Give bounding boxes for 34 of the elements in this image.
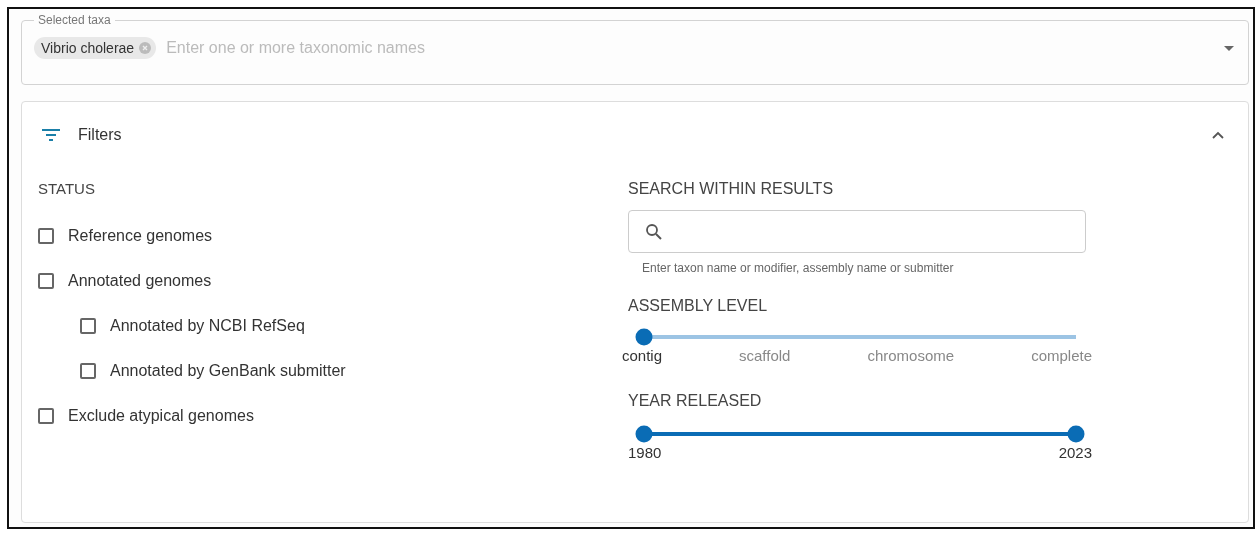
collapse-chevron-icon[interactable] — [1212, 131, 1224, 139]
helper-text: Enter taxon name or modifier, assembly name or submitter — [642, 261, 955, 275]
taxon-chip[interactable]: Vibrio cholerae — [34, 37, 157, 59]
filter-icon — [42, 129, 60, 141]
checkbox[interactable] — [80, 362, 96, 379]
status-heading: STATUS — [38, 180, 96, 197]
search-heading: SEARCH WITHIN RESULTS — [628, 180, 835, 198]
min-year-label: 1980 — [628, 444, 662, 461]
checkbox-label: Reference genomes — [68, 226, 213, 245]
checkbox-label: Annotated by GenBank submitter — [110, 361, 346, 380]
checkbox[interactable] — [38, 227, 54, 244]
checkbox-label: Annotated by NCBI RefSeq — [110, 316, 305, 335]
level-step-label[interactable]: complete — [1031, 347, 1092, 364]
slider-thumb[interactable] — [635, 425, 653, 443]
taxa-input[interactable]: Enter one or more taxonomic names — [164, 38, 1216, 58]
slider-thumb[interactable] — [635, 328, 653, 346]
level-step-label[interactable]: scaffold — [739, 347, 791, 364]
taxa-field[interactable]: Selected taxa Vibrio cholerae Enter one or more taxonomic names — [21, 13, 1249, 85]
assembly-level-heading: ASSEMBLY LEVEL — [628, 297, 769, 315]
max-year-label: 2023 — [1058, 444, 1092, 461]
checkbox[interactable] — [38, 272, 54, 289]
checkbox-label: Annotated genomes — [68, 271, 212, 290]
search-icon — [645, 222, 663, 241]
search-field[interactable] — [628, 210, 1086, 253]
checkbox[interactable] — [38, 407, 54, 424]
slider-thumb[interactable] — [1067, 425, 1085, 443]
checkbox[interactable] — [80, 317, 96, 334]
level-step-label[interactable]: chromosome — [867, 347, 955, 364]
dropdown-caret-icon[interactable] — [1224, 45, 1234, 51]
year-released-heading: YEAR RELEASED — [628, 392, 763, 410]
level-step-label[interactable]: contig — [622, 347, 663, 364]
field-legend: Selected taxa — [34, 13, 115, 27]
checkbox-label: Exclude atypical genomes — [68, 406, 254, 425]
filters-title: Filters — [78, 126, 123, 144]
